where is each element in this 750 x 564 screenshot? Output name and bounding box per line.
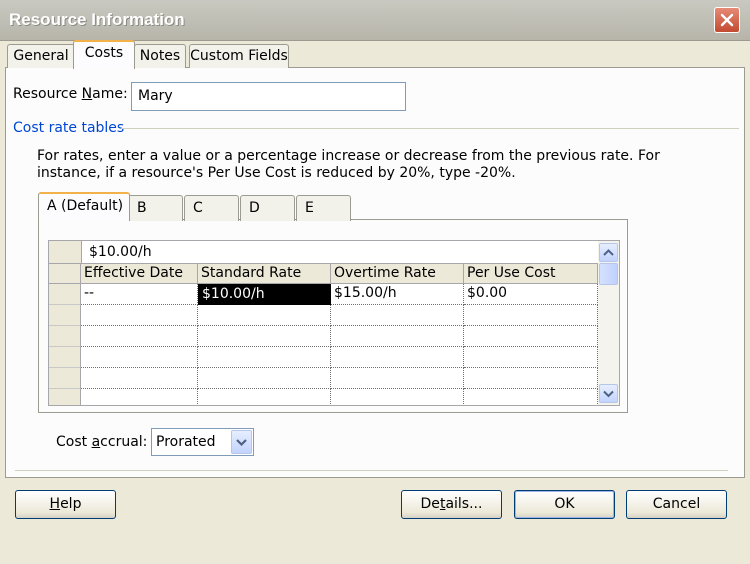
rate-tab-c[interactable]: C <box>184 195 239 221</box>
cell-overtime-rate[interactable] <box>331 326 464 347</box>
tab-label: B <box>137 200 147 216</box>
cell-overtime-rate[interactable] <box>331 347 464 368</box>
access-key: a <box>91 434 101 450</box>
cell-effective-date[interactable] <box>81 347 198 368</box>
column-header-effective-date[interactable]: Effective Date <box>81 264 198 284</box>
cell-per-use-cost[interactable] <box>464 368 598 389</box>
tab-label: D <box>249 200 260 216</box>
group-separator <box>121 128 739 129</box>
button-label: elp <box>60 496 82 512</box>
access-key: H <box>49 496 61 512</box>
tab-general[interactable]: General <box>7 44 75 68</box>
cell-per-use-cost[interactable] <box>464 347 598 368</box>
grid-corner <box>49 241 82 263</box>
close-icon <box>720 13 734 27</box>
instruction-text-line1: For rates, enter a value or a percentage… <box>37 148 660 164</box>
cancel-button[interactable]: Cancel <box>626 490 727 519</box>
tab-label: Costs <box>84 45 124 61</box>
cell-effective-date[interactable] <box>81 368 198 389</box>
label-text: Cost <box>56 434 92 450</box>
row-header[interactable] <box>49 305 81 326</box>
tab-label: E <box>305 200 314 216</box>
chevron-up-icon <box>603 249 614 256</box>
tab-label: Notes <box>139 48 181 64</box>
tab-custom-fields[interactable]: Custom Fields <box>189 44 289 68</box>
row-header[interactable] <box>49 368 81 389</box>
cell-effective-date[interactable] <box>81 305 198 326</box>
column-header-per-use-cost[interactable]: Per Use Cost <box>464 264 598 284</box>
cell-effective-date[interactable] <box>81 389 198 405</box>
help-button[interactable]: Help <box>15 490 116 519</box>
chevron-down-icon <box>603 390 614 398</box>
instruction-text-line2: instance, if a resource's Per Use Cost i… <box>37 165 516 181</box>
cost-accrual-value: Prorated <box>156 434 216 450</box>
tab-label: C <box>193 200 203 216</box>
label-text: ccrual: <box>100 434 148 450</box>
close-button[interactable] <box>714 7 740 33</box>
tab-label: A (Default) <box>47 198 124 214</box>
grid-edit-bar[interactable]: $10.00/h <box>49 241 598 264</box>
row-header-corner <box>49 264 81 284</box>
resource-name-label: Resource Name: <box>13 86 128 102</box>
scroll-up-button[interactable] <box>599 243 618 262</box>
tab-label: Custom Fields <box>190 48 288 64</box>
row-header[interactable] <box>49 347 81 368</box>
resource-name-input[interactable]: Mary <box>131 82 406 111</box>
label-text: Resource <box>13 86 82 102</box>
cost-accrual-select[interactable]: Prorated <box>151 428 254 456</box>
cell-overtime-rate[interactable]: $15.00/h <box>331 284 464 305</box>
cost-rate-grid: $10.00/h Effective Date Standard Rate Ov… <box>48 240 620 406</box>
row-header[interactable] <box>49 326 81 347</box>
rate-tab-e[interactable]: E <box>296 195 351 221</box>
cell-standard-rate[interactable] <box>198 368 331 389</box>
cell-effective-date[interactable] <box>81 326 198 347</box>
details-button[interactable]: Details... <box>401 490 502 519</box>
cell-overtime-rate[interactable] <box>331 368 464 389</box>
cell-effective-date[interactable]: -- <box>81 284 198 305</box>
chevron-down-icon <box>236 439 247 447</box>
button-label: De <box>420 496 440 512</box>
rate-tab-a-default[interactable]: A (Default) <box>38 192 130 221</box>
cost-accrual-label: Cost accrual: <box>56 434 147 450</box>
column-header-overtime-rate[interactable]: Overtime Rate <box>331 264 464 284</box>
cell-standard-rate[interactable] <box>198 347 331 368</box>
access-key: N <box>81 86 93 102</box>
cell-standard-rate[interactable] <box>198 389 331 405</box>
cell-per-use-cost[interactable]: $0.00 <box>464 284 598 305</box>
row-header[interactable] <box>49 389 81 405</box>
column-header-standard-rate[interactable]: Standard Rate <box>198 264 331 284</box>
cost-rate-tables-group-title: Cost rate tables <box>13 120 125 136</box>
rate-tab-d[interactable]: D <box>240 195 295 221</box>
cell-per-use-cost[interactable] <box>464 305 598 326</box>
scroll-down-button[interactable] <box>599 384 618 403</box>
grid-vertical-scrollbar[interactable] <box>598 241 619 405</box>
tab-notes[interactable]: Notes <box>134 44 186 68</box>
row-header[interactable] <box>49 284 81 305</box>
cell-overtime-rate[interactable] <box>331 305 464 326</box>
title-bar[interactable]: Resource Information <box>0 0 750 41</box>
cell-standard-rate[interactable] <box>198 305 331 326</box>
cell-overtime-rate[interactable] <box>331 389 464 405</box>
rate-tab-b[interactable]: B <box>128 195 183 221</box>
button-label: ails... <box>445 496 483 512</box>
window-title: Resource Information <box>9 10 185 29</box>
cell-per-use-cost[interactable] <box>464 326 598 347</box>
bottom-separator <box>15 470 728 471</box>
cell-standard-rate[interactable] <box>198 326 331 347</box>
cell-standard-rate-selected[interactable]: $10.00/h <box>198 284 331 305</box>
label-text: ame: <box>92 86 128 102</box>
cell-per-use-cost[interactable] <box>464 389 598 405</box>
resource-information-dialog: Resource Information General Costs Notes… <box>0 0 750 564</box>
cost-accrual-dropdown-button[interactable] <box>231 430 252 454</box>
ok-button[interactable]: OK <box>514 490 615 519</box>
tab-costs[interactable]: Costs <box>73 40 135 69</box>
scroll-thumb[interactable] <box>599 263 618 285</box>
edit-bar-value: $10.00/h <box>89 244 152 260</box>
tab-label: General <box>13 48 69 64</box>
